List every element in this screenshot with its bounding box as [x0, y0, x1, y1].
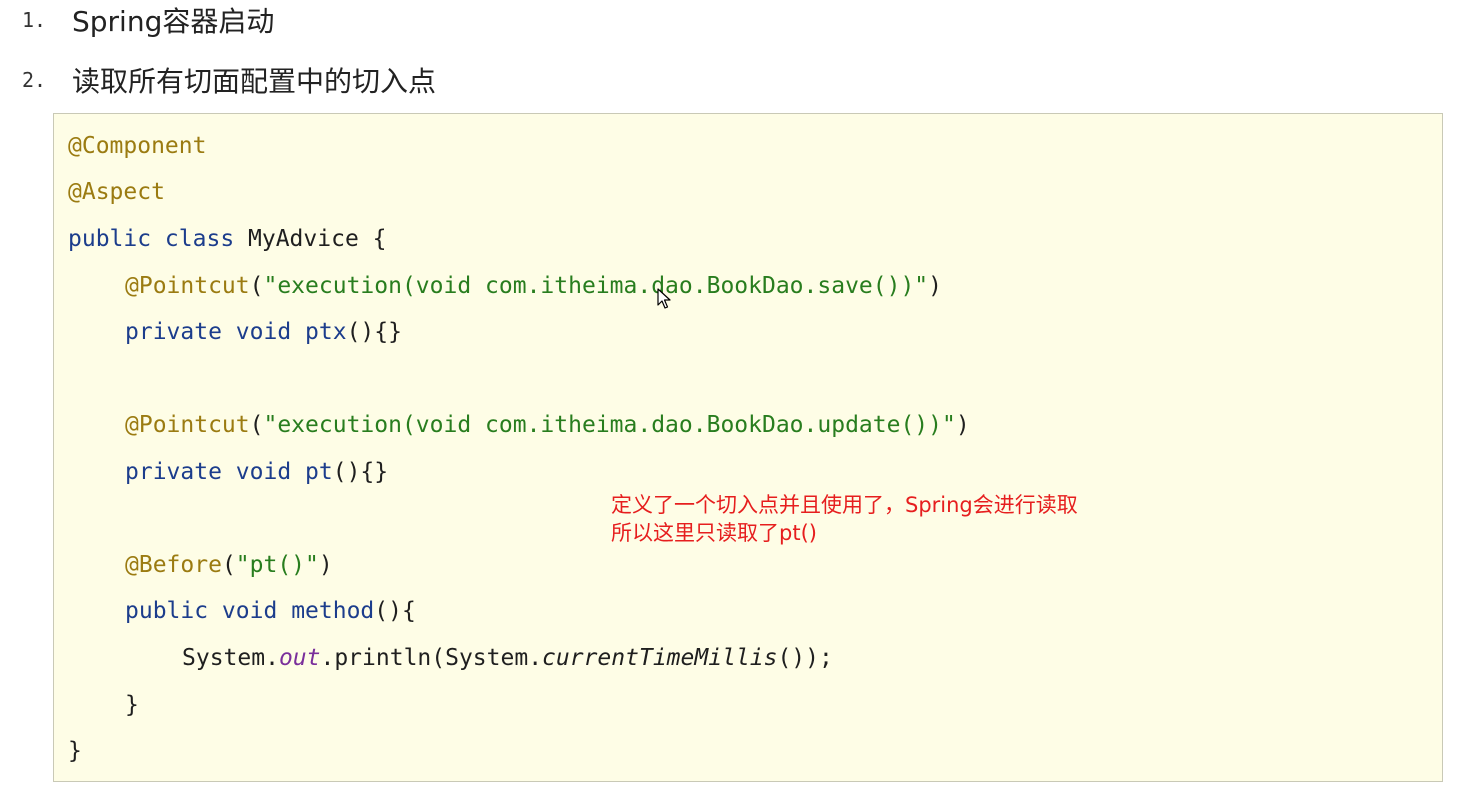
code-line-1: @Component — [68, 129, 206, 163]
code-line-3: public class MyAdvice { — [68, 222, 387, 256]
code-text: ) — [318, 552, 333, 578]
mouse-cursor-icon — [657, 288, 671, 309]
code-line-13: } — [125, 688, 139, 722]
annotation-token: @Pointcut — [125, 412, 250, 438]
static-field-token: out — [278, 645, 321, 671]
code-text: ( — [249, 412, 264, 438]
code-line-11: public void method(){ — [125, 594, 416, 628]
static-method-token: currentTimeMillis — [542, 645, 778, 671]
code-text: (){ — [374, 598, 416, 624]
annotation-note-line-1: 定义了一个切入点并且使用了，Spring会进行读取 — [611, 493, 1078, 517]
code-text: ()); — [777, 645, 833, 671]
code-line-4: @Pointcut("execution(void com.itheima.da… — [125, 269, 942, 303]
code-text: ) — [928, 273, 943, 299]
list-text: 读取所有切面配置中的切入点 — [72, 65, 437, 98]
string-token: "pt()" — [235, 552, 319, 578]
code-text: (){} — [346, 319, 402, 345]
code-line-2: @Aspect — [68, 175, 165, 209]
list-number: 1. — [22, 8, 47, 32]
code-line-7: @Pointcut("execution(void com.itheima.da… — [125, 408, 970, 442]
code-text: ( — [249, 273, 264, 299]
code-line-8: private void pt(){} — [125, 455, 388, 489]
code-line-10: @Before("pt()") — [125, 548, 333, 582]
string-token: "execution(void com.itheima.dao.BookDao.… — [263, 273, 929, 299]
code-line-5: private void ptx(){} — [125, 315, 402, 349]
code-line-14: } — [68, 734, 82, 768]
annotation-token: @Pointcut — [125, 273, 250, 299]
keyword-token: public void — [125, 598, 278, 624]
annotation-token: @Before — [125, 552, 222, 578]
keyword-token: public class — [68, 226, 235, 252]
annotation-token: @Component — [68, 133, 207, 159]
method-name-token: method — [291, 598, 375, 624]
code-text: ( — [221, 552, 236, 578]
method-name-token: ptx — [305, 319, 347, 345]
code-text: ) — [955, 412, 970, 438]
code-text: .println(System. — [320, 645, 543, 671]
keyword-token: private void — [125, 459, 292, 485]
string-token: "execution(void com.itheima.dao.BookDao.… — [263, 412, 956, 438]
list-item-1: 1. Spring容器启动 — [22, 0, 274, 40]
code-block: @Component @Aspect public class MyAdvice… — [53, 113, 1443, 782]
keyword-token: private void — [125, 319, 292, 345]
method-name-token: pt — [305, 459, 333, 485]
code-text: MyAdvice { — [234, 226, 387, 252]
code-text: (){} — [332, 459, 389, 485]
closing-brace: } — [68, 738, 82, 764]
annotation-token: @Aspect — [68, 179, 165, 205]
annotation-note: 定义了一个切入点并且使用了，Spring会进行读取 所以这里只读取了pt() — [611, 491, 1078, 547]
list-number: 2. — [22, 68, 47, 92]
annotation-note-line-2: 所以这里只读取了pt() — [611, 521, 817, 545]
list-text: Spring容器启动 — [72, 5, 275, 38]
closing-brace: } — [125, 692, 139, 718]
list-item-2: 2. 读取所有切面配置中的切入点 — [22, 60, 436, 100]
code-text: System. — [182, 645, 279, 671]
code-line-12: System.out.println(System.currentTimeMil… — [182, 641, 833, 675]
